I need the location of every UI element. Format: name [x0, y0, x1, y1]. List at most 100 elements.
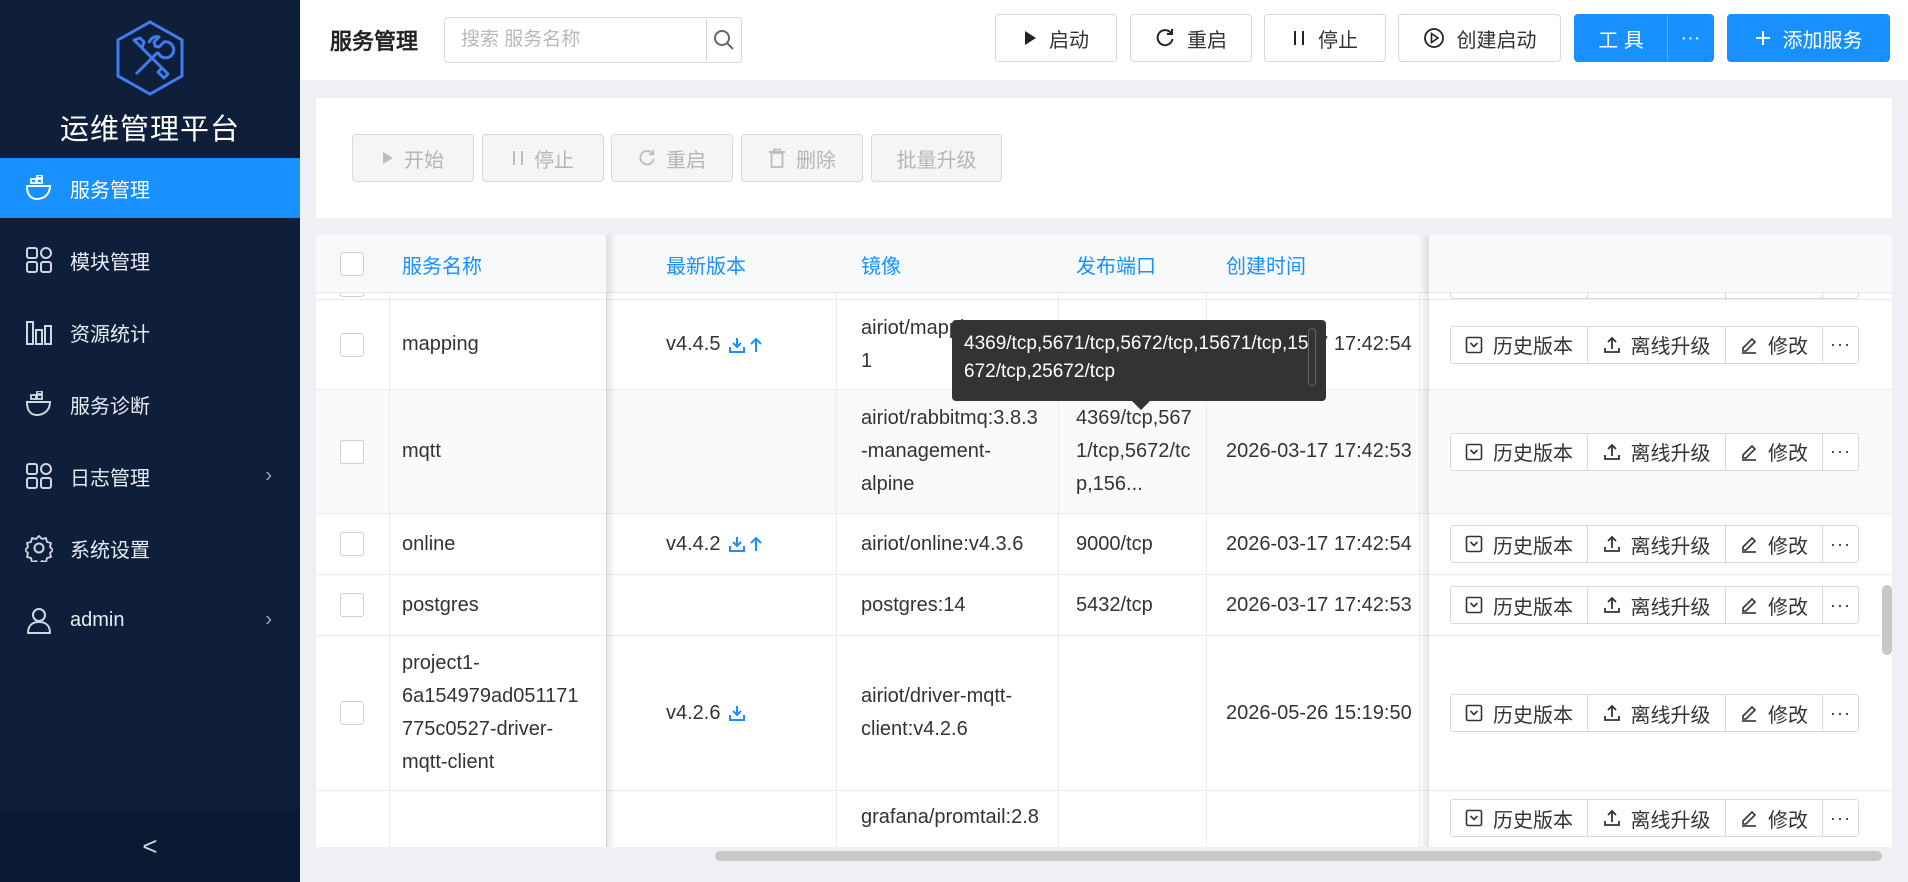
row-checkbox[interactable] — [340, 332, 364, 357]
row-more-button[interactable]: ··· — [1822, 432, 1859, 471]
tools-button[interactable]: 工 具 — [1574, 14, 1668, 62]
image-cell: airiot/driver-mqtt-client:v4.2.6 — [861, 685, 1013, 740]
stop-button[interactable]: 停止 — [1264, 14, 1386, 62]
row-checkbox[interactable] — [340, 439, 364, 464]
history-version-button[interactable]: 历史版本 — [1450, 432, 1588, 471]
upgrade-arrow-icon[interactable] — [748, 336, 764, 354]
row-checkbox[interactable] — [340, 593, 364, 617]
row-actions: 历史版本 离线升级 修改 ··· — [1450, 575, 1859, 635]
history-version-button[interactable]: 历史版本 — [1450, 586, 1588, 624]
history-version-button[interactable]: 历史版本 — [1450, 694, 1588, 732]
search-input[interactable] — [445, 18, 706, 62]
tools-button-label: 工 具 — [1598, 29, 1644, 52]
download-icon[interactable] — [728, 535, 746, 553]
row-more-button[interactable]: ··· — [1822, 694, 1859, 732]
table-row: project1- 6a154979ad051171 775c0527-driver… — [316, 636, 1892, 791]
row-actions: 历史版本 离线升级 修改 ··· — [1450, 300, 1859, 389]
service-name: online — [402, 532, 456, 555]
row-select-cell — [328, 636, 378, 790]
history-version-button[interactable]: 历史版本 — [1450, 799, 1588, 837]
ports-cell[interactable] — [1064, 791, 1204, 847]
create-start-button[interactable]: 创建启动 — [1398, 14, 1561, 62]
row-more-button[interactable]: ··· — [1822, 586, 1859, 624]
edit-button[interactable]: 修改 — [1725, 799, 1823, 837]
edit-button[interactable]: 修改 — [1725, 586, 1823, 624]
sidebar-item-system-settings[interactable]: 系统设置 — [0, 518, 300, 578]
offline-upgrade-button[interactable]: 离线升级 — [1587, 525, 1726, 563]
batch-upgrade-button[interactable]: 批量升级 — [871, 134, 1002, 182]
reload-icon — [1155, 28, 1175, 48]
row-more-button[interactable]: ··· — [1822, 799, 1859, 837]
sidebar-item-service-management[interactable]: 服务管理 — [0, 158, 300, 218]
col-ports[interactable]: 发布端口 — [1064, 235, 1204, 293]
download-icon[interactable] — [728, 336, 746, 354]
ports-cell[interactable] — [1064, 636, 1204, 790]
batch-stop-button[interactable]: 停止 — [482, 134, 604, 182]
tooltip-scrollbar[interactable] — [1308, 328, 1316, 386]
gear-icon — [24, 533, 54, 563]
table-row: online v4.4.2 airiot/online:v4.3.6 9000/tcp… — [316, 514, 1892, 575]
edit-label: 修改 — [1768, 443, 1808, 465]
search-button[interactable] — [706, 18, 741, 62]
ports-cell[interactable]: 9000/tcp — [1064, 514, 1204, 574]
col-image[interactable]: 镜像 — [849, 235, 1049, 293]
row-more-button[interactable]: ··· — [1822, 325, 1859, 364]
row-more-button[interactable]: ··· — [1822, 525, 1859, 563]
row-checkbox[interactable] — [340, 701, 364, 725]
sidebar-item-log-management[interactable]: 日志管理 › — [0, 446, 300, 506]
latest-version-cell — [654, 575, 834, 635]
version-text: v4.4.5 — [666, 333, 721, 355]
chevron-right-icon: › — [265, 608, 272, 631]
sidebar-item-resource-stats[interactable]: 资源统计 — [0, 302, 300, 362]
brand: 运维管理平台 — [0, 0, 300, 158]
batch-restart-button[interactable]: 重启 — [611, 134, 733, 182]
nav-menu: 服务管理 模块管理 资源统计 服务诊断 日志管理 › 系统设置 admin › — [0, 158, 300, 650]
vertical-scrollbar[interactable] — [1882, 585, 1892, 655]
sidebar-item-admin[interactable]: admin › — [0, 590, 300, 650]
offline-upgrade-button[interactable]: 离线升级 — [1587, 325, 1726, 364]
offline-upgrade-label: 离线升级 — [1630, 809, 1711, 832]
modules-icon — [24, 461, 54, 491]
edit-icon — [1740, 535, 1758, 553]
edit-icon — [1740, 443, 1758, 461]
offline-upgrade-button[interactable]: 离线升级 — [1587, 432, 1726, 471]
download-icon[interactable] — [728, 704, 746, 722]
more-icon: ··· — [1680, 26, 1701, 49]
tools-more-button[interactable]: ··· — [1667, 14, 1714, 62]
history-icon — [1465, 336, 1483, 354]
sidebar-collapse-button[interactable]: < — [0, 810, 300, 882]
col-name[interactable]: 服务名称 — [390, 235, 600, 293]
ports-cell[interactable]: 5432/tcp — [1064, 575, 1204, 635]
sidebar-item-service-diagnosis[interactable]: 服务诊断 — [0, 374, 300, 434]
batch-delete-button[interactable]: 删除 — [741, 134, 863, 182]
upgrade-arrow-icon[interactable] — [748, 535, 764, 553]
col-created[interactable]: 创建时间 — [1214, 235, 1414, 293]
add-service-button[interactable]: 添加服务 — [1727, 14, 1890, 62]
edit-button[interactable]: 修改 — [1725, 325, 1823, 364]
history-version-button[interactable]: 历史版本 — [1450, 325, 1588, 364]
select-all-checkbox[interactable] — [340, 252, 364, 276]
edit-button[interactable]: 修改 — [1725, 694, 1823, 732]
offline-upgrade-button[interactable]: 离线升级 — [1587, 694, 1726, 732]
latest-version-cell — [654, 791, 834, 847]
created-time-cell: 2026-03-17 17:42:53 — [1226, 440, 1412, 462]
history-version-button[interactable]: 历史版本 — [1450, 525, 1588, 563]
history-version-label: 历史版本 — [1493, 704, 1573, 727]
restart-button[interactable]: 重启 — [1130, 14, 1252, 62]
image-cell: airiot/rabbitmq:3.8.3 -management-alpine — [861, 407, 1038, 495]
edit-button[interactable]: 修改 — [1725, 432, 1823, 471]
history-icon — [1465, 443, 1483, 461]
offline-upgrade-label: 离线升级 — [1630, 704, 1711, 727]
horizontal-scrollbar[interactable] — [715, 851, 1882, 861]
offline-upgrade-button[interactable]: 离线升级 — [1587, 586, 1726, 624]
sidebar-item-module-management[interactable]: 模块管理 — [0, 230, 300, 290]
start-button[interactable]: 启动 — [995, 14, 1117, 62]
play-circle-icon — [1423, 27, 1445, 49]
created-time-cell: 2026-05-26 15:19:50 — [1226, 701, 1412, 724]
batch-start-button[interactable]: 开始 — [352, 134, 474, 182]
col-latest-version[interactable]: 最新版本 — [654, 235, 834, 293]
edit-button[interactable]: 修改 — [1725, 525, 1823, 563]
offline-upgrade-button[interactable]: 离线升级 — [1587, 799, 1726, 837]
reload-icon — [638, 149, 656, 167]
row-checkbox[interactable] — [340, 532, 364, 556]
